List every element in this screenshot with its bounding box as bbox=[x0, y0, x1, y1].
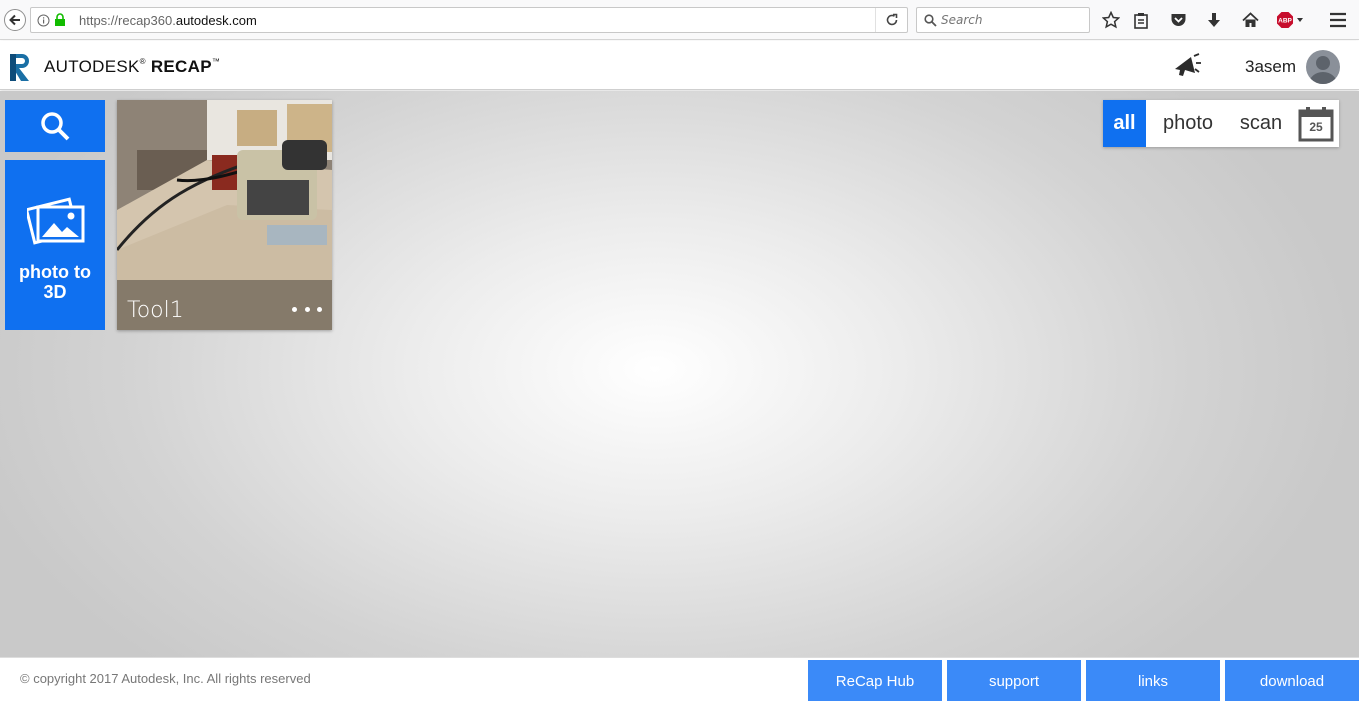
footer: © copyright 2017 Autodesk, Inc. All righ… bbox=[0, 657, 1359, 701]
adblock-plus-icon: ABP bbox=[1277, 12, 1303, 28]
footer-link-support[interactable]: support bbox=[947, 660, 1081, 701]
footer-link-recap-hub[interactable]: ReCap Hub bbox=[808, 660, 942, 701]
download-arrow-icon bbox=[1208, 13, 1220, 27]
avatar[interactable] bbox=[1306, 50, 1340, 84]
calendar-button[interactable]: 25 bbox=[1298, 106, 1334, 142]
browser-search-input[interactable] bbox=[941, 11, 1081, 29]
photos-icon bbox=[27, 197, 85, 245]
svg-text:ABP: ABP bbox=[1278, 18, 1292, 25]
search-button[interactable] bbox=[5, 100, 105, 152]
url-text[interactable]: https://recap360.autodesk.com bbox=[79, 13, 257, 28]
reload-button[interactable] bbox=[875, 8, 907, 32]
lock-icon bbox=[55, 13, 65, 26]
reload-icon bbox=[886, 13, 897, 26]
downloads-button[interactable] bbox=[1204, 10, 1224, 30]
photo-to-3d-label: photo to 3D bbox=[19, 262, 91, 302]
megaphone-icon[interactable] bbox=[1172, 53, 1202, 79]
project-card[interactable]: Tool1 bbox=[117, 100, 332, 330]
username[interactable]: 3asem bbox=[1245, 57, 1296, 77]
info-icon[interactable] bbox=[37, 14, 50, 27]
dot-icon bbox=[317, 306, 322, 312]
menu-button[interactable] bbox=[1328, 10, 1348, 30]
project-name[interactable]: Tool1 bbox=[127, 298, 184, 323]
app-header: AUTODESK® RECAP™ 3asem bbox=[0, 41, 1359, 90]
filter-tab-scan[interactable]: scan bbox=[1236, 100, 1286, 147]
clipboard-icon bbox=[1134, 12, 1148, 29]
dot-icon bbox=[292, 306, 297, 312]
search-icon bbox=[41, 112, 70, 141]
reading-list-button[interactable] bbox=[1131, 10, 1151, 30]
footer-link-download[interactable]: download bbox=[1225, 660, 1359, 701]
arrow-left-icon bbox=[9, 14, 20, 26]
browser-toolbar: https://recap360.autodesk.com ABP bbox=[0, 0, 1359, 40]
copyright-text: © copyright 2017 Autodesk, Inc. All righ… bbox=[20, 671, 311, 686]
brand-name[interactable]: AUTODESK® RECAP™ bbox=[44, 57, 220, 77]
filter-bar: all photo scan 25 bbox=[1103, 100, 1339, 147]
browser-search-bar[interactable] bbox=[916, 7, 1090, 33]
project-thumbnail bbox=[117, 100, 332, 330]
main-content: photo to 3D Tool1 all photo scan 25 bbox=[0, 91, 1359, 657]
filter-tab-photo[interactable]: photo bbox=[1156, 100, 1220, 147]
back-button[interactable] bbox=[4, 9, 26, 31]
home-button[interactable] bbox=[1240, 10, 1260, 30]
url-bar[interactable]: https://recap360.autodesk.com bbox=[30, 7, 908, 33]
photo-to-3d-button[interactable]: photo to 3D bbox=[5, 160, 105, 330]
adblock-button[interactable]: ABP bbox=[1276, 10, 1306, 30]
star-icon bbox=[1102, 11, 1120, 29]
footer-link-links[interactable]: links bbox=[1086, 660, 1220, 701]
home-icon bbox=[1241, 12, 1259, 27]
dot-icon bbox=[304, 306, 310, 312]
bookmark-star-button[interactable] bbox=[1101, 10, 1121, 30]
filter-tab-all[interactable]: all bbox=[1103, 100, 1146, 147]
recap-logo-icon[interactable] bbox=[8, 52, 34, 82]
user-silhouette-icon bbox=[1309, 56, 1337, 84]
calendar-day: 25 bbox=[1309, 120, 1323, 134]
project-options-button[interactable] bbox=[292, 304, 322, 314]
pocket-button[interactable] bbox=[1168, 10, 1188, 30]
pocket-icon bbox=[1171, 14, 1185, 26]
search-icon bbox=[924, 14, 937, 27]
hamburger-menu-icon bbox=[1330, 12, 1346, 28]
